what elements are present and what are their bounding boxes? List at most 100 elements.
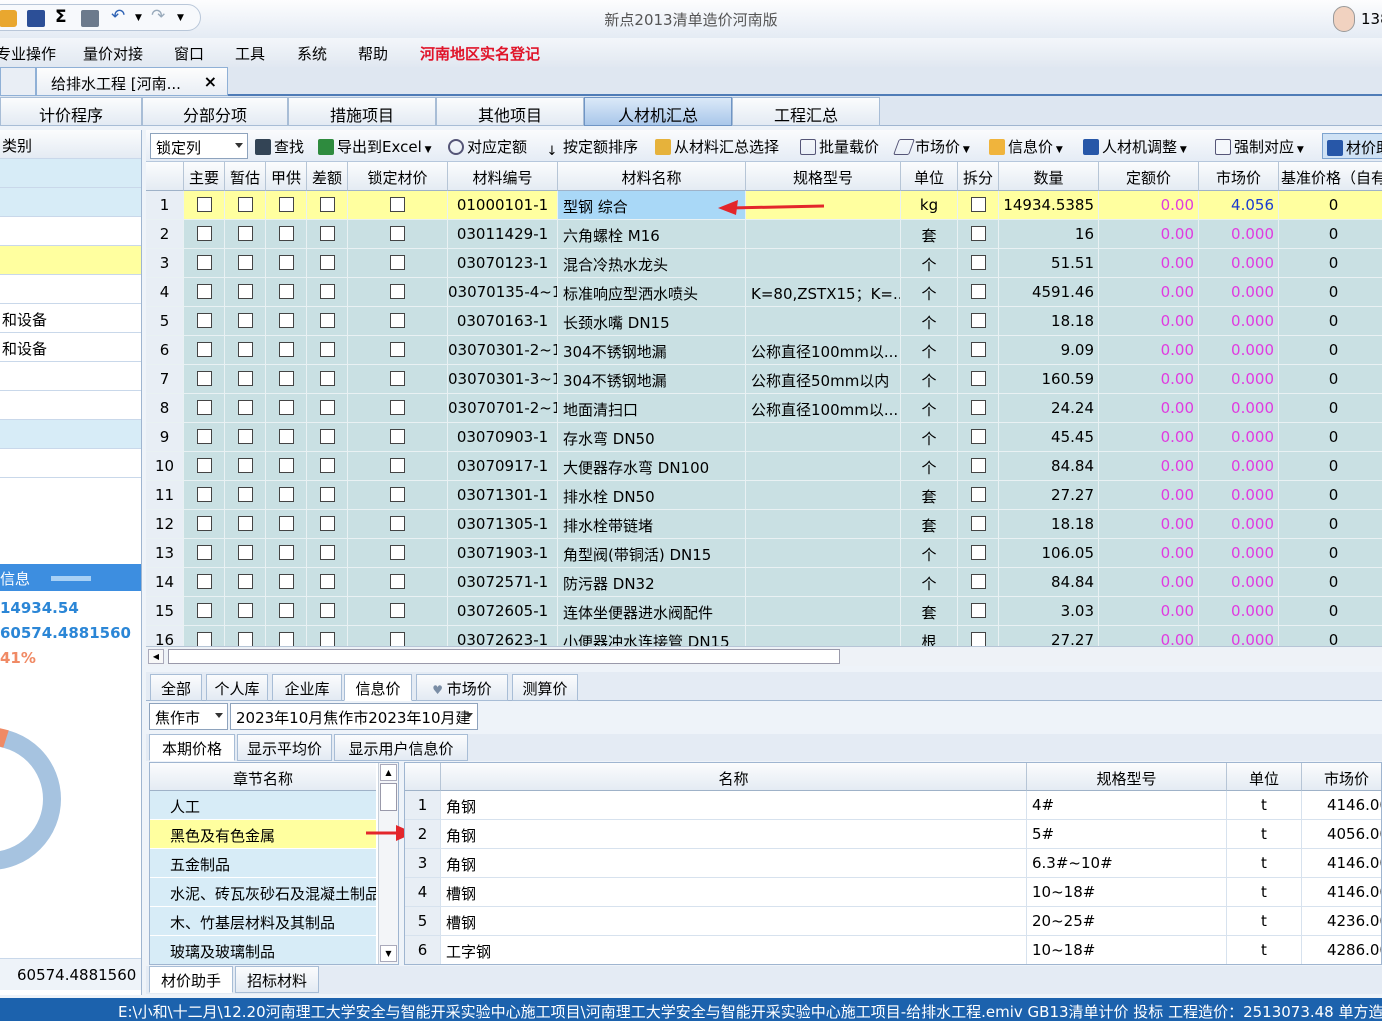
checkbox[interactable] bbox=[237, 545, 253, 560]
checkbox-cell[interactable] bbox=[266, 394, 307, 423]
grid-column-header[interactable]: 锁定材价 bbox=[348, 162, 448, 191]
material-name-cell[interactable]: 存水弯 DN50 bbox=[558, 423, 746, 452]
checkbox-cell[interactable] bbox=[184, 481, 225, 510]
spec-cell[interactable] bbox=[746, 220, 901, 249]
checkbox-cell[interactable] bbox=[348, 278, 448, 307]
checkbox-cell[interactable] bbox=[266, 307, 307, 336]
quota-price-cell[interactable]: 0.00 bbox=[1099, 336, 1199, 365]
checkbox-cell[interactable] bbox=[307, 220, 348, 249]
checkbox-cell[interactable] bbox=[184, 365, 225, 394]
checkbox-cell[interactable] bbox=[348, 220, 448, 249]
price-cell[interactable]: 4146.00 bbox=[1302, 878, 1381, 907]
checkbox[interactable] bbox=[196, 371, 212, 386]
quantity-cell[interactable]: 16 bbox=[999, 220, 1099, 249]
quantity-cell[interactable]: 45.45 bbox=[999, 423, 1099, 452]
sort-by-quota-button[interactable]: ↓ 按定额排序 bbox=[544, 136, 638, 160]
quota-price-cell[interactable]: 0.00 bbox=[1099, 278, 1199, 307]
checkbox[interactable] bbox=[196, 458, 212, 473]
grid-column-header[interactable]: 市场价 bbox=[1199, 162, 1279, 191]
checkbox[interactable] bbox=[278, 603, 294, 618]
checkbox-cell[interactable] bbox=[266, 423, 307, 452]
spec-cell[interactable] bbox=[746, 597, 901, 626]
checkbox[interactable] bbox=[390, 313, 405, 328]
material-name-cell[interactable]: 混合冷热水龙头 bbox=[558, 249, 746, 278]
checkbox[interactable] bbox=[196, 284, 212, 299]
market-price-cell[interactable]: 0.000 bbox=[1199, 278, 1279, 307]
checkbox[interactable] bbox=[237, 400, 253, 415]
price-column-header[interactable]: 单位 bbox=[1227, 763, 1302, 791]
unit-cell[interactable]: 个 bbox=[901, 568, 958, 597]
spec-cell[interactable] bbox=[746, 307, 901, 336]
scroll-down-icon[interactable]: ▼ bbox=[380, 945, 397, 962]
checkbox-cell[interactable] bbox=[307, 626, 348, 646]
unit-cell[interactable]: 套 bbox=[901, 220, 958, 249]
quota-price-cell[interactable]: 0.00 bbox=[1099, 191, 1199, 220]
tab-market-price[interactable]: ♥ 市场价 bbox=[416, 674, 508, 701]
checkbox[interactable] bbox=[390, 458, 405, 473]
material-name-cell[interactable]: 防污器 DN32 bbox=[558, 568, 746, 597]
grid-column-header[interactable]: 定额价 bbox=[1099, 162, 1199, 191]
price-cell[interactable]: 槽钢 bbox=[441, 907, 1027, 936]
quota-price-cell[interactable]: 0.00 bbox=[1099, 626, 1199, 646]
quantity-cell[interactable]: 18.18 bbox=[999, 307, 1099, 336]
checkbox[interactable] bbox=[970, 371, 986, 386]
material-code-cell[interactable]: 03011429-1 bbox=[448, 220, 558, 249]
checkbox-cell[interactable] bbox=[348, 539, 448, 568]
checkbox-cell[interactable] bbox=[307, 249, 348, 278]
checkbox[interactable] bbox=[390, 284, 405, 299]
material-name-cell[interactable]: 六角螺栓 M16 bbox=[558, 220, 746, 249]
spec-cell[interactable] bbox=[746, 626, 901, 646]
checkbox[interactable] bbox=[390, 197, 405, 212]
batch-price-button[interactable]: 批量载价 bbox=[800, 136, 879, 157]
category-row[interactable] bbox=[0, 391, 141, 420]
checkbox[interactable] bbox=[278, 458, 294, 473]
market-price-cell[interactable]: 0.000 bbox=[1199, 423, 1279, 452]
category-row[interactable] bbox=[0, 362, 141, 391]
material-name-cell[interactable]: 小便器冲水连接管 DN15 bbox=[558, 626, 746, 646]
checkbox-cell[interactable] bbox=[348, 423, 448, 452]
checkbox-cell[interactable] bbox=[348, 336, 448, 365]
tab-tender-material[interactable]: 招标材料 bbox=[235, 966, 319, 993]
market-price-cell[interactable]: 0.000 bbox=[1199, 336, 1279, 365]
category-row[interactable]: 和设备 bbox=[0, 333, 141, 362]
checkbox-cell[interactable] bbox=[266, 539, 307, 568]
checkbox-cell[interactable] bbox=[225, 452, 266, 481]
tab-current-price[interactable]: 本期价格 bbox=[149, 734, 235, 761]
checkbox[interactable] bbox=[278, 516, 294, 531]
checkbox-cell[interactable] bbox=[225, 365, 266, 394]
checkbox-cell[interactable] bbox=[266, 365, 307, 394]
checkbox-cell[interactable] bbox=[225, 278, 266, 307]
close-icon[interactable]: × bbox=[204, 72, 217, 91]
base-price-cell[interactable]: 0 bbox=[1279, 365, 1382, 394]
checkbox[interactable] bbox=[196, 516, 212, 531]
checkbox-cell[interactable] bbox=[958, 452, 999, 481]
checkbox-cell[interactable] bbox=[348, 452, 448, 481]
spec-cell[interactable] bbox=[746, 539, 901, 568]
material-code-cell[interactable]: 01000101-1 bbox=[448, 191, 558, 220]
grid-column-header[interactable]: 甲供 bbox=[266, 162, 307, 191]
checkbox-cell[interactable] bbox=[184, 626, 225, 646]
grid-column-header[interactable]: 暂估 bbox=[225, 162, 266, 191]
checkbox-cell[interactable] bbox=[266, 278, 307, 307]
checkbox[interactable] bbox=[390, 342, 405, 357]
tab-labor-material-summary[interactable]: 人材机汇总 bbox=[584, 97, 732, 126]
checkbox-cell[interactable] bbox=[184, 278, 225, 307]
checkbox[interactable] bbox=[278, 342, 294, 357]
price-cell[interactable]: t bbox=[1227, 791, 1302, 820]
checkbox[interactable] bbox=[196, 400, 212, 415]
unit-cell[interactable]: 个 bbox=[901, 249, 958, 278]
unit-cell[interactable]: kg bbox=[901, 191, 958, 220]
checkbox-cell[interactable] bbox=[958, 249, 999, 278]
material-code-cell[interactable]: 03070301-2~1 bbox=[448, 336, 558, 365]
market-price-cell[interactable]: 0.000 bbox=[1199, 249, 1279, 278]
checkbox-cell[interactable] bbox=[184, 394, 225, 423]
market-price-button[interactable]: 市场价 ▼ bbox=[893, 136, 970, 157]
checkbox-cell[interactable] bbox=[958, 568, 999, 597]
quantity-cell[interactable]: 106.05 bbox=[999, 539, 1099, 568]
checkbox[interactable] bbox=[278, 313, 294, 328]
checkbox-cell[interactable] bbox=[307, 336, 348, 365]
grid-column-header[interactable] bbox=[146, 162, 184, 191]
checkbox[interactable] bbox=[970, 255, 986, 270]
checkbox-cell[interactable] bbox=[184, 307, 225, 336]
checkbox[interactable] bbox=[970, 313, 986, 328]
